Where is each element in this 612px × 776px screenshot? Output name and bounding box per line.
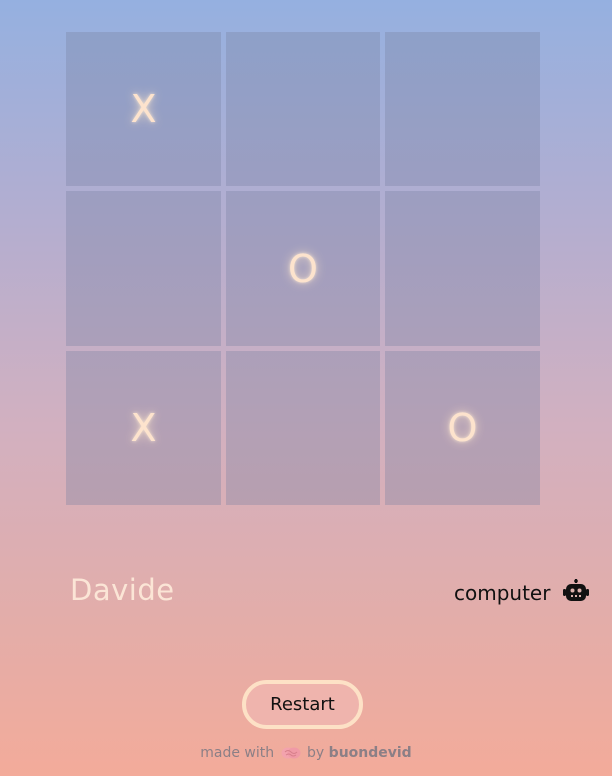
footer-by: by — [307, 745, 325, 761]
footer-credit: made with by buondevid — [0, 745, 612, 761]
board-cell[interactable]: O — [226, 191, 380, 346]
footer-author-link[interactable]: buondevid — [329, 745, 412, 761]
cell-mark: X — [130, 406, 157, 450]
player-name-computer: computer — [454, 581, 551, 605]
restart-button[interactable]: Restart — [242, 680, 363, 729]
cell-mark: O — [288, 246, 318, 291]
cell-mark: O — [447, 406, 478, 450]
board-cell[interactable] — [385, 191, 540, 346]
board-cell[interactable] — [226, 351, 380, 505]
game-board: X O X O — [66, 32, 540, 505]
robot-icon — [563, 579, 589, 601]
board-cell[interactable]: X — [66, 32, 221, 186]
board-cell[interactable] — [226, 32, 380, 186]
board-cell[interactable] — [66, 191, 221, 346]
footer-made-with: made with — [200, 745, 275, 761]
cell-mark: X — [130, 87, 157, 131]
board-cell[interactable]: O — [385, 351, 540, 505]
player-name-human: Davide — [70, 573, 175, 607]
board-cell[interactable] — [385, 32, 540, 186]
board-cell[interactable]: X — [66, 351, 221, 505]
brain-icon — [281, 747, 301, 759]
